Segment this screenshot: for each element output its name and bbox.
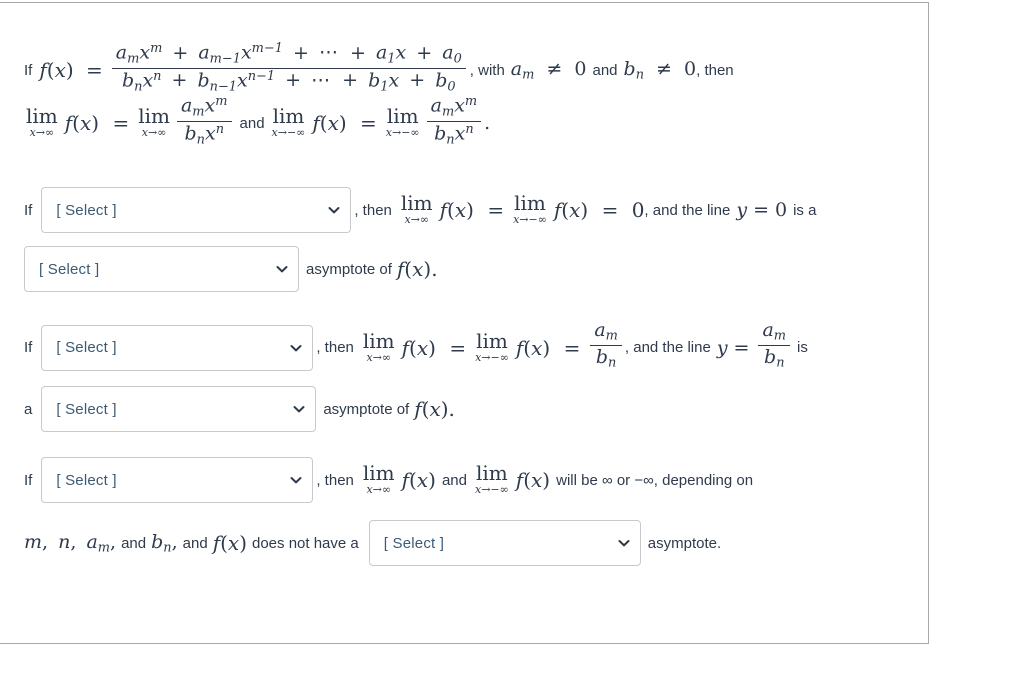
row3-fx-2: f(x) (515, 468, 551, 492)
intro-if-label: If (24, 61, 33, 79)
statement-row-2-line-1: If [ Select ] , then lim x→∞ f(x) = lim … (24, 319, 808, 373)
intro-numerator: amxm + am−1xm−1 + ⋯ + a1x + a0 (111, 41, 466, 69)
row3-and-2: and (182, 534, 208, 552)
row1-and-the-line: , and the line (644, 201, 731, 219)
chevron-down-icon (290, 342, 302, 353)
select-asymptote-1[interactable]: [ Select ] (24, 246, 299, 292)
statement-row-3: If [ Select ] , then lim x→∞ f(x) and li… (24, 457, 753, 566)
select-condition-1-value: [ Select ] (56, 201, 117, 219)
intro-fx-equals: f(x) = (39, 58, 103, 82)
row3-and-1: and (121, 534, 147, 552)
row3-bn: bn, (151, 530, 178, 556)
row2-a-label: a (24, 400, 33, 418)
row1-line-equation: y = 0 (736, 199, 788, 221)
intro-limit-4: lim x→−∞ (385, 104, 420, 140)
intro-limit-3: lim x→−∞ (271, 104, 306, 140)
intro-block: If f(x) = amxm + am−1xm−1 + ⋯ + a1x + a0… (24, 41, 734, 151)
row2-and-the-line: , and the line (624, 339, 711, 357)
select-condition-2[interactable]: [ Select ] (41, 324, 314, 371)
intro-then-label: , then (696, 61, 734, 79)
row2-fx-2: f(x) = (515, 335, 581, 360)
statement-row-1-line-2: [ Select ] asymptote of f(x). (24, 246, 816, 292)
select-asymptote-1-value: [ Select ] (39, 260, 100, 278)
row3-tail2: asymptote. (647, 534, 722, 552)
row2-then-label: , then (316, 339, 354, 357)
intro-limit-2: lim x→∞ (138, 104, 170, 140)
row2-fx-1: f(x) = (401, 335, 467, 360)
row2-am-over-bn-2: am bn (758, 319, 791, 371)
row1-asymptote-of: asymptote of (306, 260, 392, 278)
row3-fx-1: f(x) (401, 468, 436, 492)
intro-line-2: lim x→∞ f(x) = lim x→∞ amxm bnxn and lim (24, 94, 734, 151)
chevron-down-icon (290, 474, 302, 485)
intro-rational-fraction: amxm + am−1xm−1 + ⋯ + a1x + a0 bnxn + bn… (111, 41, 466, 95)
row1-fx-2: f(x) = 0 (553, 198, 645, 222)
row2-tail: is (797, 339, 808, 357)
intro-and-2: and (239, 114, 265, 132)
intro-limit-1: lim x→∞ (26, 104, 58, 140)
row3-fx-3: f(x) (212, 531, 247, 555)
select-asymptote-3-value: [ Select ] (383, 534, 445, 552)
row2-limit-pos-inf: lim x→∞ (362, 328, 395, 364)
select-condition-3-value: [ Select ] (56, 471, 117, 489)
intro-and-label: and (592, 61, 618, 79)
row1-limit-neg-inf: lim x→−∞ (513, 191, 547, 227)
row3-and-word: and (441, 471, 467, 489)
chevron-down-icon (276, 263, 288, 274)
select-asymptote-2-value: [ Select ] (56, 400, 117, 418)
chevron-down-icon (328, 204, 340, 215)
row1-fx-3: f(x). (396, 257, 438, 281)
statement-row-2: If [ Select ] , then lim x→∞ f(x) = lim … (24, 319, 808, 433)
row3-variables: m, n, am, (24, 530, 117, 556)
select-condition-3[interactable]: [ Select ] (41, 457, 314, 503)
statement-row-3-line-2: m, n, am, and bn, and f(x) does not have… (24, 520, 753, 566)
row2-asymptote-of: asymptote of (323, 400, 410, 418)
row3-limit-pos-inf: lim x→∞ (362, 461, 395, 497)
row3-limit-neg-inf: lim x→−∞ (474, 461, 509, 497)
select-asymptote-2[interactable]: [ Select ] (41, 386, 317, 433)
intro-period: . (484, 112, 491, 134)
intro-ratio-1: amxm bnxn (176, 94, 232, 148)
chevron-down-icon (293, 403, 305, 414)
intro-denominator: bnxn + bn−1xn−1 + ⋯ + b1x + b0 (121, 68, 456, 94)
intro-ratio-2: amxm bnxn (426, 94, 482, 148)
row2-fx-3: f(x). (414, 397, 455, 422)
intro-bn-neq-zero: bn ≠ 0 (623, 57, 697, 83)
select-condition-2-value: [ Select ] (56, 339, 117, 357)
select-asymptote-3[interactable]: [ Select ] (368, 520, 641, 566)
row1-then-label: , then (354, 201, 392, 219)
row1-limit-pos-inf: lim x→∞ (400, 191, 433, 227)
intro-with-label: , with (469, 61, 505, 79)
row3-then-label: , then (316, 471, 354, 489)
intro-fx-1: f(x) = (64, 111, 130, 135)
row2-limit-neg-inf: lim x→−∞ (475, 328, 509, 364)
statement-row-1-line-1: If [ Select ] , then lim x→∞ f(x) = lim … (24, 187, 816, 233)
row2-line-equation-lhs: y = (716, 336, 750, 359)
question-panel: If f(x) = amxm + am−1xm−1 + ⋯ + a1x + a0… (0, 2, 929, 644)
intro-am-neq-zero: am ≠ 0 (510, 57, 587, 83)
row2-if-label: If (24, 339, 33, 357)
row3-tail: will be ∞ or −∞, depending on (556, 471, 754, 489)
intro-fx-2: f(x) = (312, 111, 377, 135)
intro-line-1: If f(x) = amxm + am−1xm−1 + ⋯ + a1x + a0… (24, 41, 734, 99)
row3-if-label: If (24, 471, 33, 489)
row1-if-label: If (24, 201, 33, 219)
statement-row-3-line-1: If [ Select ] , then lim x→∞ f(x) and li… (24, 457, 753, 503)
row1-fx-1: f(x) = (439, 198, 505, 222)
chevron-down-icon (618, 537, 630, 548)
row2-am-over-bn-1: am bn (590, 319, 622, 371)
select-condition-1[interactable]: [ Select ] (41, 187, 352, 233)
row3-does-not-have-a: does not have a (252, 534, 359, 552)
statement-row-2-line-2: a [ Select ] asymptote of f(x). (24, 386, 808, 433)
statement-row-1: If [ Select ] , then lim x→∞ f(x) = lim … (24, 187, 816, 292)
row1-tail: is a (793, 201, 817, 219)
